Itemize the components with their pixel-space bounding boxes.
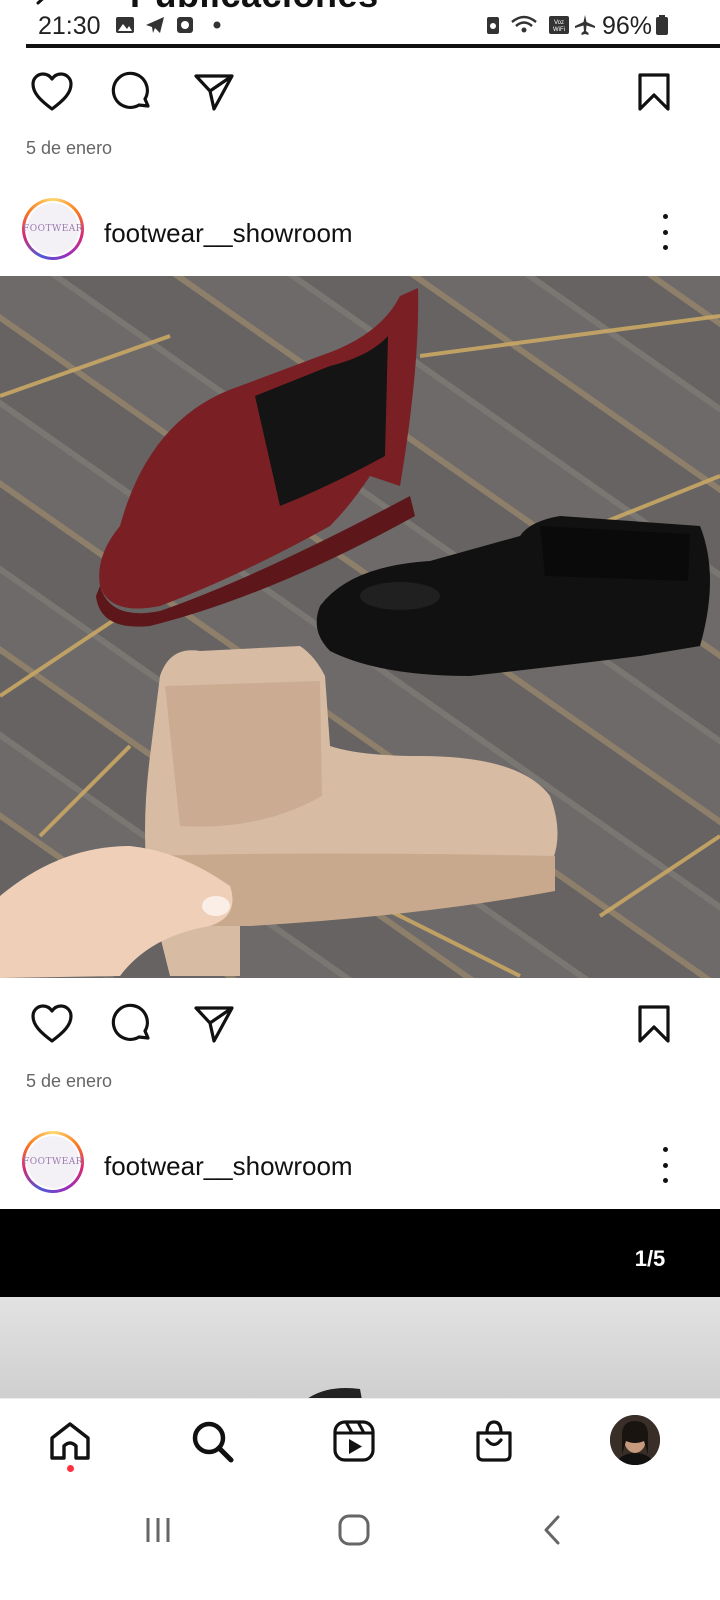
battery-icon [656,15,668,35]
carousel-video-area[interactable] [0,1209,720,1297]
post-image[interactable] [0,276,720,978]
nav-home[interactable] [46,1417,94,1465]
avatar-logo: FOOTWEAR [23,203,83,255]
share-button[interactable] [190,1000,238,1048]
avatar[interactable]: FOOTWEAR [22,198,84,260]
comment-button[interactable] [108,68,156,116]
avatar-logo-text: FOOTWEAR [22,1157,84,1167]
profile-photo [610,1415,660,1465]
search-icon [192,1421,234,1463]
image-icon [116,17,134,33]
more-options-button[interactable] [650,212,680,252]
post-date: 5 de enero [26,1071,113,1091]
recent-apps-icon [146,1518,170,1542]
comment-icon [111,71,150,109]
heart-icon [31,72,73,111]
back-chevron-icon [544,1515,560,1545]
telegram-icon [146,17,164,33]
status-time: 21:30 [38,12,101,40]
dot-icon [213,21,221,29]
voz-wifi-icon: Voz WiFi [549,16,569,34]
carousel-counter: 1/5 [634,1246,666,1271]
post-date: 5 de enero [26,138,113,158]
back-arrow-icon[interactable] [32,0,54,12]
avatar-frame: FOOTWEAR [23,201,83,257]
home-square-icon [338,1514,370,1546]
status-bar: Publicaciones 21:30 Voz WiFi 96% [0,0,720,50]
carousel-image-content [305,1388,362,1400]
post-username[interactable]: footwear__showroom [104,1151,353,1182]
nav-shop[interactable] [470,1417,518,1465]
share-button[interactable] [190,68,238,116]
send-icon [194,74,234,111]
svg-text:Voz: Voz [554,20,564,26]
notification-dot [67,1465,74,1472]
like-button[interactable] [28,1000,76,1048]
home-icon [50,1422,90,1460]
comment-icon [111,1003,150,1041]
battery-percentage: 96% [602,12,653,40]
airplane-icon [575,15,595,35]
battery-saver-icon [487,17,499,34]
carousel-image[interactable] [0,1297,720,1400]
heart-icon [31,1004,73,1043]
page-title: Publicaciones [130,0,379,16]
nav-search[interactable] [188,1417,236,1465]
avatar-frame: FOOTWEAR [23,1134,83,1190]
bottom-navigation [0,1398,720,1485]
more-options-button[interactable] [650,1145,680,1185]
like-button[interactable] [28,68,76,116]
nav-reels[interactable] [330,1417,378,1465]
save-button[interactable] [630,68,678,116]
avatar-logo-text: FOOTWEAR [22,224,84,234]
nav-profile-avatar[interactable] [610,1415,660,1465]
post-username[interactable]: footwear__showroom [104,218,353,249]
send-icon [194,1006,234,1043]
bookmark-icon [638,73,670,111]
svg-text:WiFi: WiFi [553,27,565,33]
reels-icon [333,1420,375,1462]
recent-apps-button[interactable] [134,1506,182,1554]
wifi-icon [511,15,537,33]
home-system-button[interactable] [330,1506,378,1554]
app-icon [177,17,193,33]
system-navigation-bar [0,1484,720,1600]
bookmark-icon [638,1005,670,1043]
comment-button[interactable] [108,1000,156,1048]
avatar[interactable]: FOOTWEAR [22,1131,84,1193]
avatar-logo: FOOTWEAR [23,1136,83,1188]
shopping-bag-icon [476,1420,512,1462]
boots-photo [0,276,720,978]
back-system-button[interactable] [528,1506,576,1554]
header-divider [26,44,720,48]
save-button[interactable] [630,1000,678,1048]
